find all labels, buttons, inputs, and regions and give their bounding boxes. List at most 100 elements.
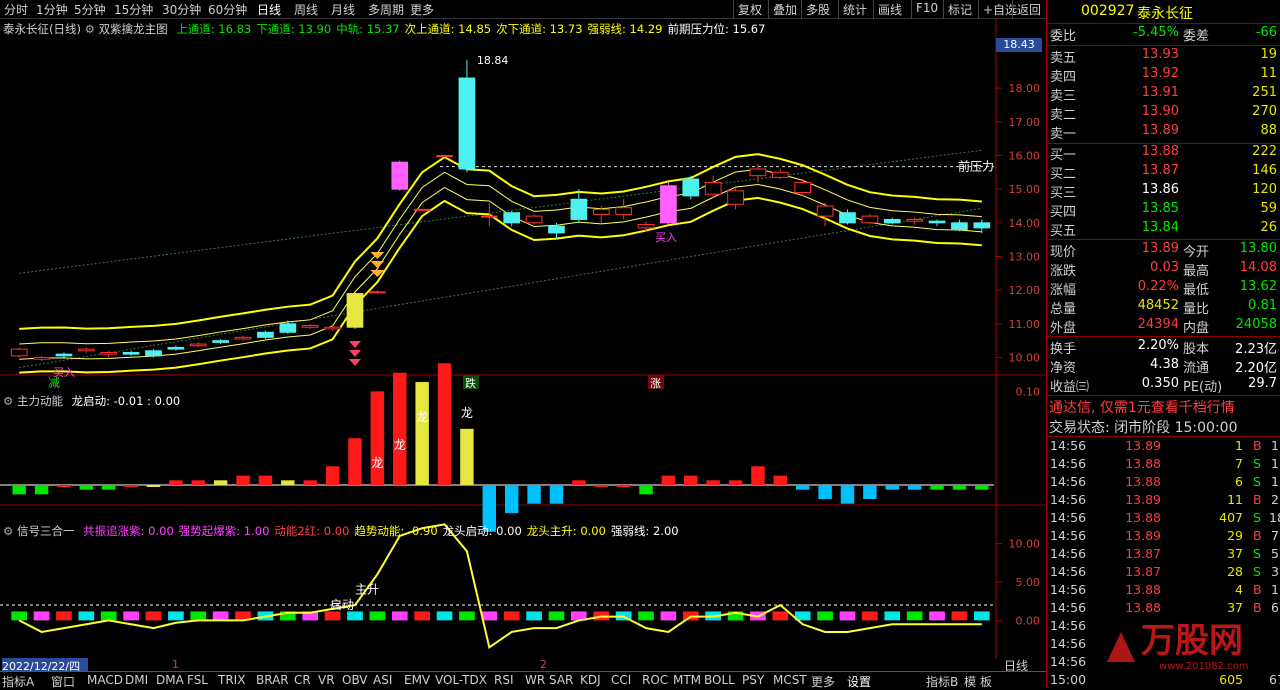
tick-price: 13.88	[1125, 474, 1161, 489]
period-tab[interactable]: 分时	[4, 1, 28, 18]
energy-bar	[796, 485, 810, 490]
indicator-tab[interactable]: EMV	[404, 673, 430, 687]
stat-row: 外盘 24394 内盘 24058	[1047, 317, 1280, 337]
indicator-tab[interactable]: 板	[980, 673, 992, 690]
period-tab[interactable]: 月线	[331, 1, 355, 18]
chart-area[interactable]: 18.00 17.00 16.00 15.00 14.00 13.00 12.00 11.00…	[0, 19, 1046, 673]
indicator-tab[interactable]: 设置	[847, 673, 871, 690]
indicator-tab[interactable]: 窗口	[51, 673, 75, 690]
indicator-tab[interactable]: SAR	[549, 673, 573, 687]
indicator-param: 强弱线: 2.00	[610, 524, 679, 538]
toolbar-button[interactable]: 返回	[1012, 0, 1045, 19]
candle-body	[861, 215, 879, 224]
candle-body	[570, 198, 588, 220]
energy-bar	[930, 485, 944, 490]
indicator-tab[interactable]: MTM	[673, 673, 701, 687]
indicator-param: 动能2红: 0.00	[274, 524, 350, 538]
ask-label: 卖三	[1050, 89, 1077, 104]
indicator-tab[interactable]: TRIX	[218, 673, 245, 687]
kline-chart-svg[interactable]: 18.00 17.00 16.00 15.00 14.00 13.00 12.00 11.00…	[0, 19, 1046, 659]
weicha-label: 委差	[1183, 29, 1210, 44]
period-tab[interactable]: 15分钟	[114, 1, 153, 18]
panel2-title[interactable]: 主力动能	[17, 394, 63, 408]
fall-signal: 跌	[465, 376, 476, 390]
panel3-title[interactable]: 信号三合一	[17, 524, 75, 538]
toolbar-button[interactable]: 统计	[838, 0, 871, 19]
candle-body	[727, 190, 744, 205]
tick-count: 18	[1269, 510, 1280, 525]
indicator-tab[interactable]: VOL-TDX	[435, 673, 487, 687]
stat-label: 收益㈢	[1050, 380, 1090, 395]
tick-volume: 37	[1227, 546, 1243, 561]
dragon-label: 龙	[394, 438, 406, 452]
energy-bar	[213, 480, 228, 485]
main-rise-label: 主升	[355, 583, 379, 597]
period-tab[interactable]: 日线	[257, 1, 281, 18]
signal-block	[503, 611, 520, 621]
indicator-tab[interactable]: CR	[294, 673, 311, 687]
indicator-tab[interactable]: 模	[964, 673, 976, 690]
toolbar-button[interactable]: 画线	[873, 0, 906, 19]
indicator-tab[interactable]: 更多	[811, 673, 835, 690]
tick-row: 14:56 13.87 28 S 3	[1047, 564, 1280, 582]
candle-body	[480, 215, 498, 218]
tick-direction: S	[1253, 510, 1261, 525]
indicator-tab[interactable]: VR	[318, 673, 335, 687]
indicator-tab[interactable]: FSL	[187, 673, 208, 687]
indicator-tab[interactable]: MCST	[773, 673, 807, 687]
period-tab[interactable]: 30分钟	[162, 1, 201, 18]
indicator-tab[interactable]: DMI	[125, 673, 148, 687]
indicator-tab[interactable]: PSY	[742, 673, 764, 687]
stat-label: 外盘	[1050, 321, 1077, 336]
period-tab[interactable]: 周线	[294, 1, 318, 18]
ask-label: 卖一	[1050, 127, 1077, 142]
indicator-tab[interactable]: ROC	[642, 673, 668, 687]
weicha-value: -66	[1255, 25, 1277, 40]
indicator-tab[interactable]: 指标B	[926, 673, 958, 690]
ask-price: 13.91	[1141, 85, 1179, 100]
tick-row: 14:56 13.89 1 B 1	[1047, 438, 1280, 456]
stat-value: 0.350	[1141, 376, 1179, 391]
promo-link[interactable]: 通达信, 仅需1元查看千档行情	[1049, 397, 1235, 417]
period-tab[interactable]: 60分钟	[208, 1, 247, 18]
settings-icon[interactable]: ⚙	[3, 524, 13, 538]
indicator-tab[interactable]: BOLL	[704, 673, 735, 687]
indicator-name[interactable]: 双紫擒龙主图	[99, 22, 168, 36]
indicator-tab[interactable]: 指标A	[2, 673, 34, 690]
period-tab[interactable]: 多周期	[368, 1, 404, 18]
indicator-tab[interactable]: MACD	[87, 673, 123, 687]
tick-count: 6	[1271, 600, 1279, 615]
energy-bar	[146, 485, 161, 487]
candle-body	[682, 178, 700, 197]
indicator-tab[interactable]: BRAR	[256, 673, 289, 687]
settings-icon[interactable]: ⚙	[3, 394, 13, 408]
indicator-tab[interactable]: RSI	[494, 673, 514, 687]
tick-row: 14:56 13.89 11 B 2	[1047, 492, 1280, 510]
energy-bar	[549, 485, 564, 504]
period-tab[interactable]: 1分钟	[36, 1, 68, 18]
tick-volume: 29	[1227, 528, 1243, 543]
indicator-tab[interactable]: ASI	[373, 673, 392, 687]
candle-body	[839, 212, 856, 224]
toolbar-button[interactable]: 复权	[733, 0, 766, 19]
toolbar-button[interactable]: 多股	[801, 0, 834, 19]
tick-time: 14:56	[1050, 492, 1087, 507]
indicator-tab[interactable]: KDJ	[580, 673, 601, 687]
tick-count: 1	[1271, 456, 1279, 471]
energy-bar	[12, 485, 26, 495]
energy-bar	[57, 485, 71, 487]
toolbar-button[interactable]: 标记	[943, 0, 976, 19]
period-tab[interactable]: 更多	[410, 1, 434, 18]
stat-value: 2.20%	[1137, 338, 1179, 353]
indicator-tab[interactable]: CCI	[611, 673, 631, 687]
signal-block	[526, 611, 542, 621]
settings-icon[interactable]: ⚙	[85, 22, 95, 36]
tick-time: 14:56	[1050, 438, 1087, 453]
indicator-tab[interactable]: WR	[525, 673, 545, 687]
indicator-tab[interactable]: OBV	[342, 673, 368, 687]
indicator-tab[interactable]: DMA	[156, 673, 184, 687]
period-tab[interactable]: 5分钟	[74, 1, 106, 18]
toolbar-button[interactable]: F10	[911, 0, 942, 19]
toolbar-button[interactable]: 叠加	[768, 0, 801, 19]
ask-price: 13.93	[1141, 47, 1179, 62]
